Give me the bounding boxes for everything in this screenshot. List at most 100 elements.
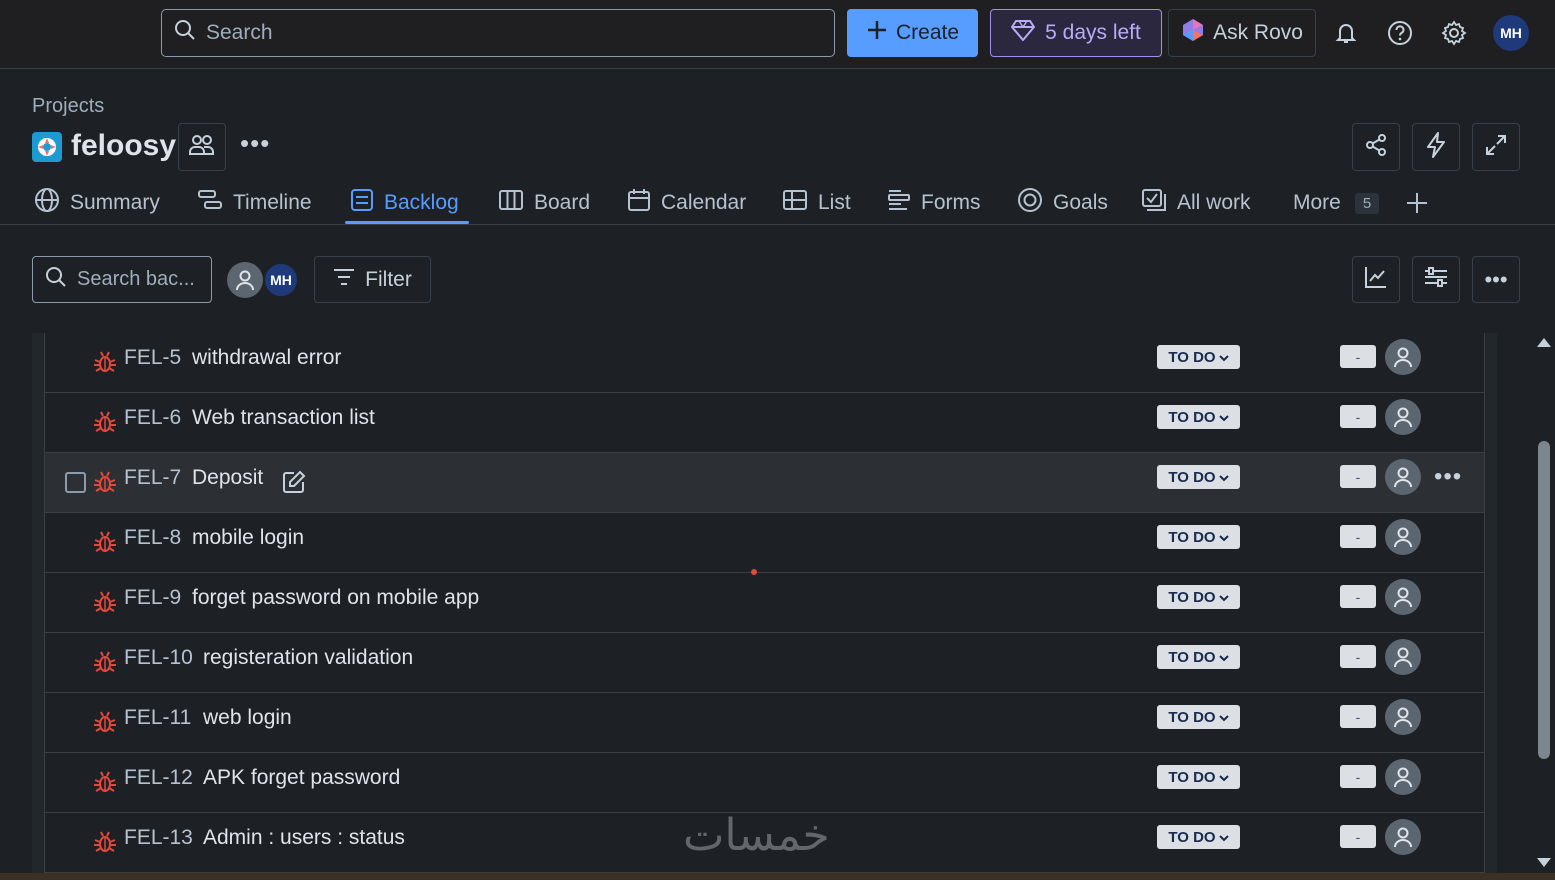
notifications-bell-icon[interactable] xyxy=(1330,17,1362,49)
story-points-estimate[interactable]: - xyxy=(1340,825,1376,848)
story-points-estimate[interactable]: - xyxy=(1340,765,1376,788)
story-points-estimate[interactable]: - xyxy=(1340,525,1376,548)
add-tab-plus-icon[interactable] xyxy=(1405,186,1429,220)
tab-summary[interactable]: Summary xyxy=(34,186,160,220)
backlog-issue-list: FEL-5 withdrawal error TO DO - FEL-6 Web tran… xyxy=(32,333,1497,873)
vertical-scrollbar[interactable] xyxy=(1535,333,1555,873)
issue-summary[interactable]: forget password on mobile app xyxy=(192,586,479,610)
assignee-avatar[interactable] xyxy=(1385,579,1421,615)
backlog-search-input[interactable]: Search bac... xyxy=(32,256,212,303)
story-points-estimate[interactable]: - xyxy=(1340,705,1376,728)
help-icon[interactable] xyxy=(1384,17,1416,49)
issue-row[interactable]: FEL-5 withdrawal error TO DO - xyxy=(45,333,1484,393)
automation-button[interactable] xyxy=(1412,123,1460,171)
tab-timeline[interactable]: Timeline xyxy=(197,186,312,220)
tab-more[interactable]: More 5 xyxy=(1293,186,1380,220)
edit-pencil-icon[interactable] xyxy=(282,470,306,499)
status-dropdown[interactable]: TO DO xyxy=(1157,645,1240,669)
issue-summary[interactable]: withdrawal error xyxy=(192,346,341,370)
issue-summary[interactable]: mobile login xyxy=(192,526,304,550)
issue-key[interactable]: FEL-12 xyxy=(124,766,193,790)
story-points-estimate[interactable]: - xyxy=(1340,465,1376,488)
issue-row[interactable]: FEL-11 web login TO DO - xyxy=(45,693,1484,753)
filter-button[interactable]: Filter xyxy=(314,256,431,303)
row-more-actions-icon[interactable]: ••• xyxy=(1434,463,1462,491)
issue-row[interactable]: FEL-6 Web transaction list TO DO - xyxy=(45,393,1484,453)
tab-calendar[interactable]: Calendar xyxy=(627,186,746,220)
unassigned-avatar-filter[interactable] xyxy=(227,262,263,298)
issue-row[interactable]: FEL-10 registeration validation TO DO - xyxy=(45,633,1484,693)
status-dropdown[interactable]: TO DO xyxy=(1157,765,1240,789)
issue-summary[interactable]: registeration validation xyxy=(203,646,413,670)
bug-icon xyxy=(93,710,117,739)
breadcrumb-projects[interactable]: Projects xyxy=(32,95,104,118)
tab-all-work[interactable]: All work xyxy=(1141,186,1251,220)
issue-key[interactable]: FEL-7 xyxy=(124,466,181,490)
status-dropdown[interactable]: TO DO xyxy=(1157,405,1240,429)
assignee-avatar[interactable] xyxy=(1385,399,1421,435)
scroll-up-arrow-icon[interactable] xyxy=(1537,338,1551,347)
status-label: TO DO xyxy=(1168,348,1216,366)
tab-board[interactable]: Board xyxy=(498,186,590,220)
issue-summary[interactable]: Web transaction list xyxy=(192,406,375,430)
story-points-estimate[interactable]: - xyxy=(1340,345,1376,368)
status-dropdown[interactable]: TO DO xyxy=(1157,465,1240,489)
issue-key[interactable]: FEL-11 xyxy=(124,706,191,730)
chart-line-icon xyxy=(1364,265,1388,294)
issue-summary[interactable]: Deposit xyxy=(192,466,263,490)
issue-summary[interactable]: web login xyxy=(203,706,292,730)
scroll-down-arrow-icon[interactable] xyxy=(1537,858,1551,867)
share-button[interactable] xyxy=(1352,123,1400,171)
user-avatar[interactable]: MH xyxy=(1493,15,1529,51)
tab-forms[interactable]: Forms xyxy=(887,186,981,220)
settings-gear-icon[interactable] xyxy=(1438,17,1470,49)
story-points-estimate[interactable]: - xyxy=(1340,405,1376,428)
create-button[interactable]: Create xyxy=(847,9,978,57)
scrollbar-thumb[interactable] xyxy=(1538,441,1550,759)
assignee-avatar[interactable] xyxy=(1385,519,1421,555)
global-search-input[interactable]: Search xyxy=(161,9,835,57)
issue-row[interactable]: FEL-8 mobile login TO DO - xyxy=(45,513,1484,573)
global-search-placeholder: Search xyxy=(206,21,273,44)
assignee-avatar[interactable] xyxy=(1385,759,1421,795)
issue-key[interactable]: FEL-6 xyxy=(124,406,181,430)
story-points-estimate[interactable]: - xyxy=(1340,645,1376,668)
ask-rovo-button[interactable]: Ask Rovo xyxy=(1168,9,1316,57)
issue-summary[interactable]: APK forget password xyxy=(203,766,400,790)
issue-select-checkbox[interactable] xyxy=(65,472,86,493)
assignee-avatar[interactable] xyxy=(1385,699,1421,735)
issue-key[interactable]: FEL-10 xyxy=(124,646,193,670)
view-settings-button[interactable] xyxy=(1412,256,1460,303)
more-actions-button[interactable]: ••• xyxy=(1472,256,1520,303)
assignee-avatar[interactable] xyxy=(1385,819,1421,855)
status-label: TO DO xyxy=(1168,828,1216,846)
assignee-avatar[interactable] xyxy=(1385,639,1421,675)
project-team-button[interactable] xyxy=(178,123,226,171)
tab-backlog[interactable]: Backlog xyxy=(350,186,459,220)
status-dropdown[interactable]: TO DO xyxy=(1157,825,1240,849)
status-label: TO DO xyxy=(1168,408,1216,426)
assignee-avatar[interactable] xyxy=(1385,339,1421,375)
issue-key[interactable]: FEL-8 xyxy=(124,526,181,550)
tab-list[interactable]: List xyxy=(782,186,851,220)
issue-row[interactable]: FEL-9 forget password on mobile app TO DO - xyxy=(45,573,1484,633)
issue-key[interactable]: FEL-5 xyxy=(124,346,181,370)
issue-summary[interactable]: Admin : users : status xyxy=(203,826,405,850)
status-dropdown[interactable]: TO DO xyxy=(1157,585,1240,609)
issue-key[interactable]: FEL-9 xyxy=(124,586,181,610)
issue-row[interactable]: FEL-7 Deposit TO DO - ••• xyxy=(45,453,1484,513)
fullscreen-button[interactable] xyxy=(1472,123,1520,171)
status-dropdown[interactable]: TO DO xyxy=(1157,525,1240,549)
user-avatar-filter[interactable]: MH xyxy=(263,262,299,298)
status-dropdown[interactable]: TO DO xyxy=(1157,345,1240,369)
status-dropdown[interactable]: TO DO xyxy=(1157,705,1240,729)
tab-goals[interactable]: Goals xyxy=(1017,186,1108,220)
active-tab-indicator xyxy=(345,221,469,224)
trial-days-left-button[interactable]: 5 days left xyxy=(990,9,1162,57)
assignee-avatar[interactable] xyxy=(1385,459,1421,495)
story-points-estimate[interactable]: - xyxy=(1340,585,1376,608)
issue-key[interactable]: FEL-13 xyxy=(124,826,193,850)
issue-row[interactable]: FEL-12 APK forget password TO DO - xyxy=(45,753,1484,813)
project-more-actions-icon[interactable]: ••• xyxy=(240,128,270,159)
insights-button[interactable] xyxy=(1352,256,1400,303)
